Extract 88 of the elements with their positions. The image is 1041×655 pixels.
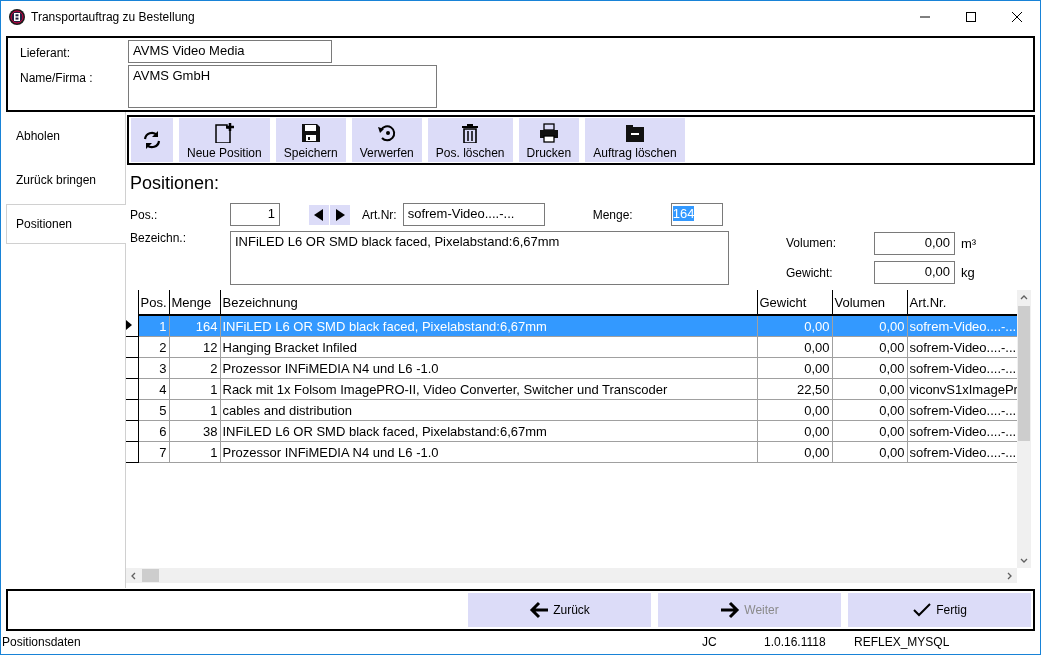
table-cell: 3 bbox=[138, 357, 169, 379]
toolbar-button[interactable]: Pos. löschen bbox=[427, 118, 513, 162]
checkmark-icon bbox=[912, 601, 933, 619]
table-cell: 0,00 bbox=[832, 420, 907, 442]
table-cell: 4 bbox=[138, 378, 169, 400]
table-cell: 12 bbox=[169, 336, 220, 358]
footer-button[interactable]: Fertig bbox=[848, 593, 1031, 627]
table-cell: Hanging Bracket Infiled bbox=[220, 336, 757, 358]
refresh-button[interactable] bbox=[131, 118, 173, 162]
right-triangle-icon bbox=[335, 208, 345, 221]
unit-label: kg bbox=[961, 265, 976, 281]
scrollbar-thumb[interactable] bbox=[142, 569, 159, 582]
status-text: REFLEX_MYSQL bbox=[854, 635, 950, 649]
horizontal-scrollbar[interactable] bbox=[126, 568, 1017, 583]
status-text: Positionsdaten bbox=[1, 635, 82, 649]
table-cell: 0,00 bbox=[757, 399, 832, 421]
text-area[interactable]: INFiLED L6 OR SMD black faced, Pixelabstand:6,67mm bbox=[230, 231, 729, 285]
toolbar-button[interactable]: Speichern bbox=[275, 118, 346, 162]
text-field[interactable]: AVMS Video Media bbox=[128, 40, 332, 63]
table-cell: 7 bbox=[138, 441, 169, 463]
maximize-icon bbox=[966, 11, 976, 22]
current-row-icon bbox=[126, 320, 132, 330]
trash-icon bbox=[460, 123, 481, 143]
side-tab[interactable]: Zurück bringen bbox=[6, 160, 125, 200]
table-cell: 5 bbox=[138, 399, 169, 421]
side-tab[interactable]: Abholen bbox=[6, 116, 125, 156]
unit-label: m³ bbox=[961, 235, 977, 251]
undo-icon bbox=[376, 123, 397, 143]
table-cell: 2 bbox=[169, 357, 220, 379]
field-label: Gewicht: bbox=[786, 265, 834, 280]
table-cell: 0,00 bbox=[832, 357, 907, 379]
field-label: Volumen: bbox=[786, 236, 838, 251]
side-tab[interactable]: Positionen bbox=[6, 204, 126, 244]
table-cell: 2 bbox=[138, 336, 169, 358]
table-cell: 0,00 bbox=[757, 336, 832, 358]
text-field[interactable]: 0,00 bbox=[874, 261, 955, 285]
text-field[interactable]: 1 bbox=[230, 203, 280, 226]
table-cell: 1 bbox=[169, 441, 220, 463]
table-cell: Rack mit 1x Folsom ImagePRO-II, Video Converter, Switcher und Transcoder bbox=[220, 378, 757, 400]
printer-icon bbox=[538, 123, 559, 143]
text-field[interactable]: AVMS GmbH bbox=[128, 65, 437, 108]
text-field[interactable]: 0,00 bbox=[874, 231, 955, 255]
toolbar-button[interactable]: Auftrag löschen bbox=[585, 118, 685, 162]
table-cell: cables and distribution bbox=[220, 399, 757, 421]
window-title: Transportauftrag zu Bestellung bbox=[31, 9, 195, 24]
toolbar-button[interactable]: Drucken bbox=[518, 118, 580, 162]
next-button[interactable] bbox=[330, 204, 350, 225]
right-arrow-icon bbox=[720, 601, 741, 619]
table-cell: 0,00 bbox=[757, 357, 832, 379]
folder-icon bbox=[624, 123, 645, 143]
table-cell: 1 bbox=[169, 378, 220, 400]
table-cell: 38 bbox=[169, 420, 220, 442]
left-triangle-icon bbox=[314, 208, 324, 221]
close-icon bbox=[1012, 11, 1022, 22]
field-label: Bezeichn.: bbox=[130, 231, 188, 247]
vertical-scrollbar[interactable] bbox=[1017, 290, 1031, 568]
scrollbar-thumb[interactable] bbox=[1018, 306, 1030, 441]
table-cell: 0,00 bbox=[832, 399, 907, 421]
table-cell: 0,00 bbox=[832, 441, 907, 463]
field-label: Menge: bbox=[592, 207, 634, 222]
text-field[interactable]: sofrem-Video....-... bbox=[402, 203, 545, 226]
footer-button[interactable]: Zurück bbox=[468, 593, 651, 627]
table-cell: 22,50 bbox=[757, 378, 832, 400]
save-icon bbox=[300, 123, 321, 143]
status-text: JC bbox=[702, 635, 718, 649]
toolbar-button[interactable]: Neue Position bbox=[179, 118, 270, 162]
new-document-icon bbox=[214, 123, 235, 143]
field-label: Pos.: bbox=[130, 207, 159, 222]
table-cell: 1 bbox=[169, 399, 220, 421]
left-arrow-icon bbox=[529, 601, 550, 619]
toolbar-button[interactable]: Verwerfen bbox=[351, 118, 422, 162]
table-cell: 0,00 bbox=[832, 378, 907, 400]
section-heading: Positionen: bbox=[130, 173, 221, 194]
table-cell: 0,00 bbox=[757, 420, 832, 442]
field-label: Art.Nr: bbox=[362, 207, 397, 222]
table-cell: INFiLED L6 OR SMD black faced, Pixelabstand:6,67mm bbox=[220, 420, 757, 442]
field-label: Name/Firma : bbox=[20, 70, 94, 87]
field-label: Lieferant: bbox=[20, 45, 72, 62]
refresh-icon bbox=[142, 130, 162, 150]
app-logo-icon bbox=[9, 8, 25, 25]
table-cell: Prozessor INFiMEDIA N4 und L6 -1.0 bbox=[220, 357, 757, 379]
previous-button[interactable] bbox=[309, 204, 329, 225]
table-cell: INFiLED L6 OR SMD black faced, Pixelabstand:6,67mm bbox=[220, 315, 757, 337]
table-cell: 0,00 bbox=[832, 336, 907, 358]
table-cell: 0,00 bbox=[757, 441, 832, 463]
table-cell: 6 bbox=[138, 420, 169, 442]
table-cell: Prozessor INFiMEDIA N4 und L6 -1.0 bbox=[220, 441, 757, 463]
status-text: 1.0.16.1118 bbox=[764, 635, 827, 649]
